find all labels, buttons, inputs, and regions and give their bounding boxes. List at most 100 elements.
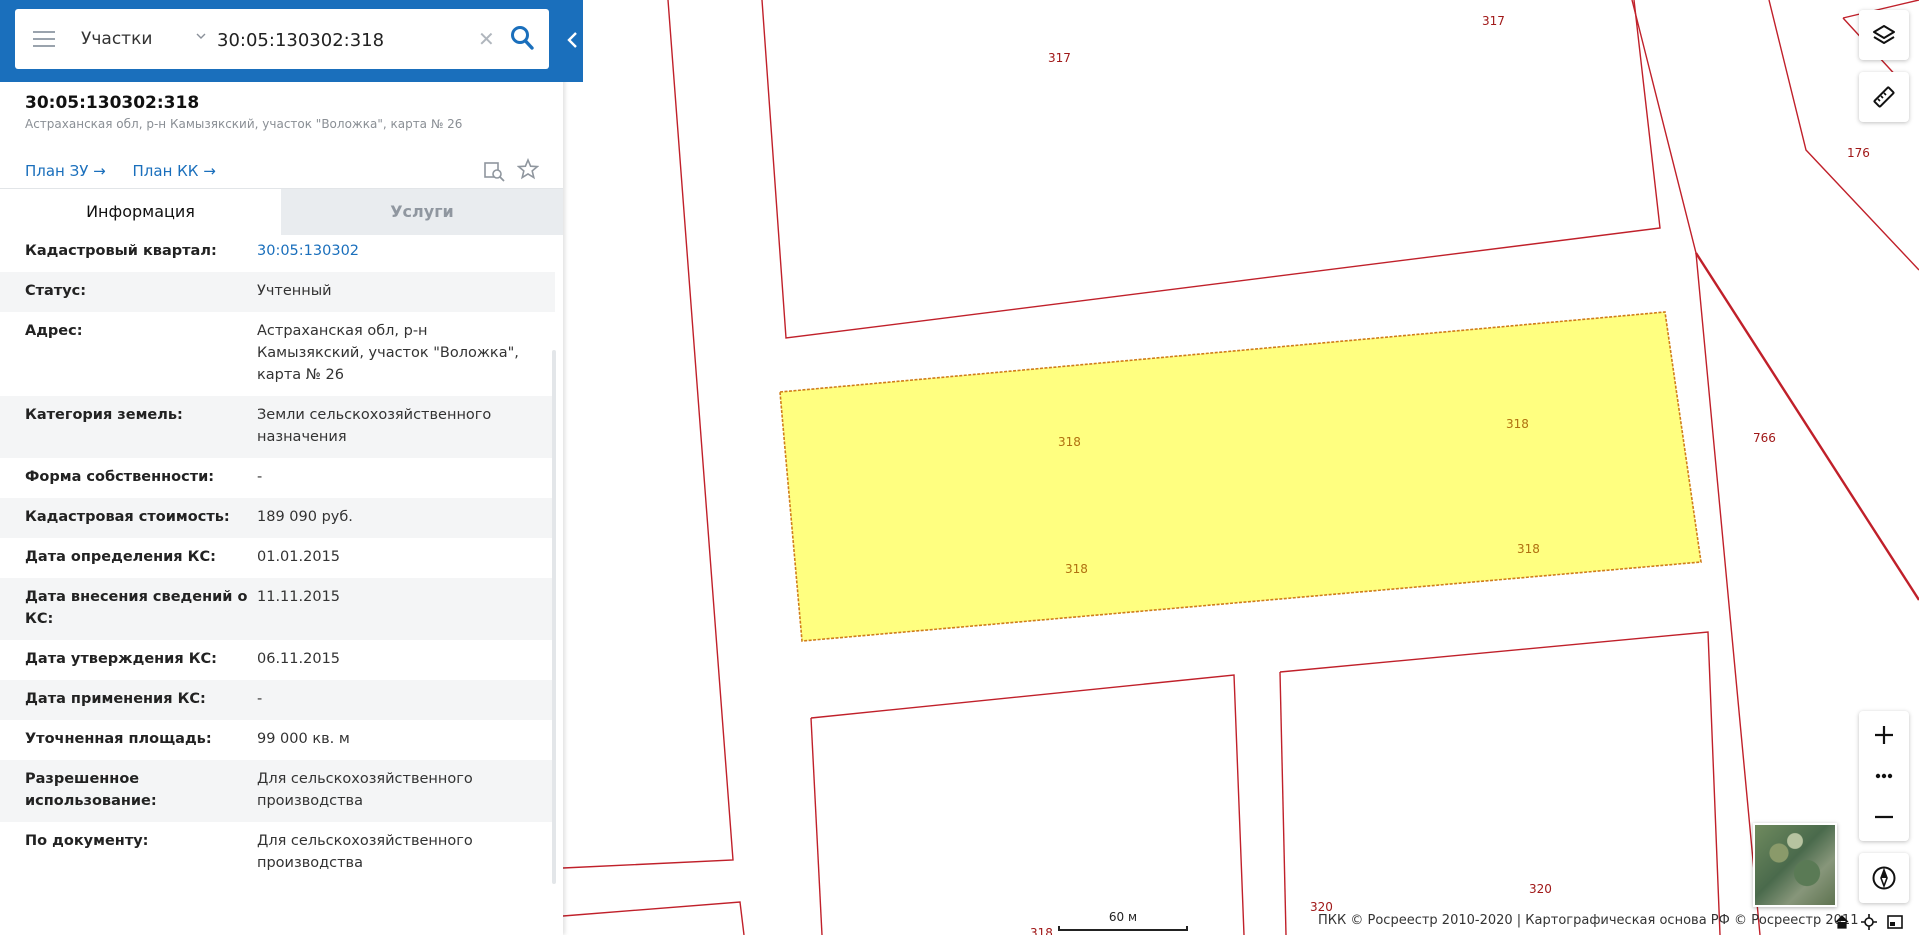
info-row: Кадастровая стоимость: 189 090 руб. [0, 498, 555, 538]
plan-kk-link[interactable]: План КК → [133, 162, 216, 180]
minus-icon [1875, 815, 1893, 819]
map-label: 766 [1753, 431, 1776, 445]
tab-services[interactable]: Услуги [281, 189, 563, 235]
zoom-levels-button[interactable] [1859, 759, 1909, 793]
info-value: 01.01.2015 [257, 549, 341, 565]
info-key: Дата применения КС: [25, 691, 206, 707]
info-row: Категория земель: Земли сельскохозяйстве… [0, 396, 555, 458]
info-row: Кадастровый квартал: 30:05:130302 [0, 232, 555, 272]
layers-icon [1873, 25, 1895, 44]
minimap-icon[interactable] [1887, 914, 1903, 930]
map-label: 318 [1030, 926, 1053, 935]
info-key: Дата определения КС: [25, 549, 216, 565]
parcel-boundary [562, 0, 734, 869]
info-value: 11.11.2015 [257, 589, 341, 605]
map-label: 318 [1065, 562, 1088, 576]
map-label: 320 [1529, 882, 1552, 896]
search-header: Участки ✕ [0, 0, 583, 82]
zoom-out-button[interactable] [1859, 793, 1909, 841]
info-key: Уточненная площадь: [25, 731, 212, 747]
info-value: Астраханская обл, р-н Камызякский, участ… [257, 323, 519, 383]
info-row: Уточненная площадь: 99 000 кв. м [0, 720, 555, 760]
parcel-boundary [810, 674, 1245, 935]
info-value: Для сельскохозяйственного производства [257, 771, 473, 809]
info-table: Кадастровый квартал: 30:05:130302 Статус… [0, 232, 555, 884]
chevron-down-icon [196, 33, 206, 39]
scale-line [1058, 926, 1188, 931]
info-value: Для сельскохозяйственного производства [257, 833, 473, 871]
parcel-boundary [1279, 631, 1721, 935]
info-row: Разрешенное использование: Для сельскохо… [0, 760, 555, 822]
cadastral-quarter-link[interactable]: 30:05:130302 [257, 240, 527, 262]
map-label: 318 [1058, 435, 1081, 449]
selected-parcel-318 [779, 311, 1702, 642]
info-key: По документу: [25, 833, 149, 849]
map-label: 318 [1506, 417, 1529, 431]
scale-bar: 60 м [1058, 910, 1188, 931]
layer-select[interactable]: Участки [81, 29, 206, 49]
info-value: - [257, 469, 263, 485]
tab-information[interactable]: Информация [0, 189, 281, 235]
compass-button[interactable] [1859, 853, 1909, 903]
info-key: Дата внесения сведений о КС: [25, 589, 248, 627]
info-row: По документу: Для сельскохозяйственного … [0, 822, 555, 884]
info-key: Статус: [25, 283, 87, 299]
info-value: - [257, 691, 263, 707]
info-value: 189 090 руб. [257, 509, 353, 525]
map-label: 317 [1048, 51, 1071, 65]
parcel-boundary [810, 717, 823, 935]
collapse-panel-icon[interactable] [563, 28, 583, 52]
hamburger-menu-icon[interactable] [33, 31, 55, 47]
map-label: 176 [1847, 146, 1870, 160]
home-icon[interactable] [1834, 914, 1850, 930]
info-key: Кадастровая стоимость: [25, 509, 230, 525]
plan-links: План ЗУ → План КК → [25, 162, 238, 180]
parcel-boundary [1279, 671, 1287, 935]
info-key: Дата утверждения КС: [25, 651, 217, 667]
info-key: Категория земель: [25, 407, 183, 423]
search-box: Участки ✕ [15, 9, 549, 69]
more-dots-icon [1875, 773, 1893, 779]
search-input[interactable] [215, 23, 469, 57]
info-key: Форма собственности: [25, 469, 215, 485]
basemap-switcher-thumbnail[interactable] [1753, 823, 1837, 907]
map-label: 320 [1310, 900, 1333, 914]
info-tabs: Информация Услуги [0, 188, 563, 235]
layers-button[interactable] [1859, 10, 1909, 60]
parcel-header: 30:05:130302:318 Астраханская обл, р-н К… [25, 93, 545, 131]
measure-button[interactable] [1859, 72, 1909, 122]
parcel-address: Астраханская обл, р-н Камызякский, участ… [25, 117, 463, 131]
parcel-number: 30:05:130302:318 [25, 93, 200, 113]
info-row: Адрес: Астраханская обл, р-н Камызякский… [0, 312, 555, 396]
zoom-controls [1859, 711, 1909, 841]
map-label: 318 [1517, 542, 1540, 556]
info-value: 99 000 кв. м [257, 731, 350, 747]
info-row: Дата внесения сведений о КС: 11.11.2015 [0, 578, 555, 640]
info-row: Форма собственности: - [0, 458, 555, 498]
star-icon[interactable] [517, 158, 539, 180]
compass-icon [1872, 866, 1896, 890]
clear-icon[interactable]: ✕ [478, 29, 495, 49]
search-icon[interactable] [510, 25, 534, 51]
scale-label: 60 м [1108, 910, 1138, 924]
scrollbar[interactable] [552, 350, 556, 884]
copyright-footer: ПКК © Росреестр 2010-2020 | Картографиче… [1318, 913, 1859, 928]
parcel-boundary [761, 0, 1661, 339]
info-row: Дата применения КС: - [0, 680, 555, 720]
ruler-icon [1873, 86, 1895, 108]
info-row: Дата утверждения КС: 06.11.2015 [0, 640, 555, 680]
info-value: Учтенный [257, 283, 332, 299]
plus-icon [1875, 726, 1893, 744]
map-label: 317 [1482, 14, 1505, 28]
locate-icon[interactable] [1861, 914, 1877, 930]
info-value: Земли сельскохозяйственного назначения [257, 407, 492, 445]
info-panel: Участки ✕ 30:05:130302:318 Астраханская … [0, 0, 583, 935]
locate-on-map-icon[interactable] [483, 160, 505, 182]
plan-zu-link[interactable]: План ЗУ → [25, 162, 106, 180]
info-row: Дата определения КС: 01.01.2015 [0, 538, 555, 578]
layer-select-label: Участки [81, 29, 153, 49]
zoom-in-button[interactable] [1859, 711, 1909, 759]
parcel-boundary [562, 901, 745, 935]
info-key: Кадастровый квартал: [25, 243, 217, 259]
parcel-boundary [1694, 252, 1919, 601]
